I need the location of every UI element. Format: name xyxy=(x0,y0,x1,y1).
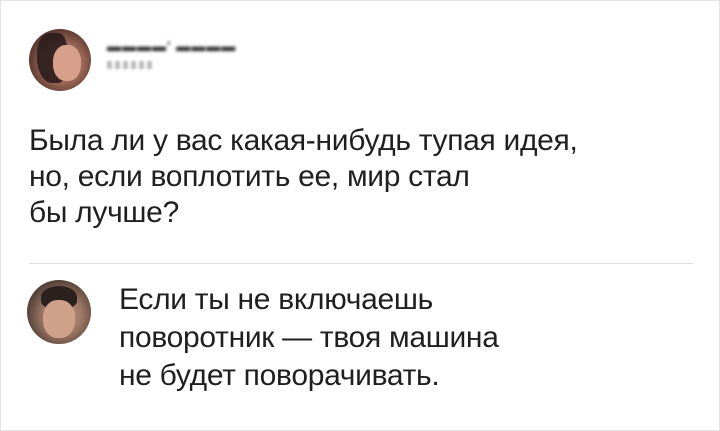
avatar-face xyxy=(53,45,81,81)
post-author-meta-blurred xyxy=(107,61,153,69)
divider xyxy=(29,263,693,264)
comment-text: Если ты не включаешь поворотник — твоя м… xyxy=(119,283,499,392)
post-author-avatar[interactable] xyxy=(29,29,91,91)
avatar-face xyxy=(43,300,75,338)
post-card: ▬▬▬▬' ▬▬▬▬ Была ли у вас какая-нибудь ту… xyxy=(0,0,720,431)
post-author-name-blurred[interactable]: ▬▬▬▬' ▬▬▬▬ xyxy=(107,38,236,54)
comment-author-avatar[interactable] xyxy=(27,280,91,344)
post-text: Была ли у вас какая-нибудь тупая идея, н… xyxy=(29,124,578,229)
